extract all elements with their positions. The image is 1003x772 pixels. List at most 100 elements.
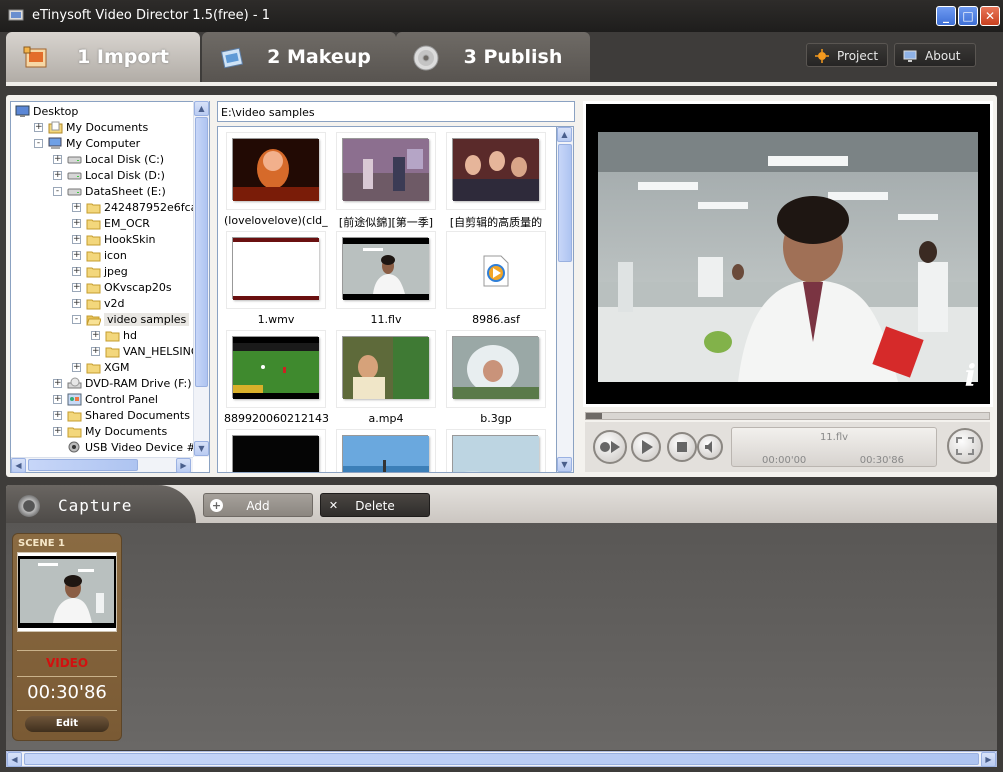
scroll-down-icon[interactable]: ▼	[557, 457, 572, 472]
scene-thumbnail-image	[18, 553, 116, 631]
collapse-icon[interactable]: -	[53, 187, 62, 196]
scroll-up-icon[interactable]: ▲	[557, 127, 572, 142]
minimize-button[interactable]: _	[936, 6, 956, 26]
file-thumbnail[interactable]	[226, 330, 326, 408]
maximize-button[interactable]: □	[958, 6, 978, 26]
volume-button[interactable]	[697, 434, 723, 460]
folder-tree[interactable]: Desktop + My Documents - My Computer + Local D…	[10, 101, 210, 473]
scene-edit-button[interactable]: Edit	[25, 716, 109, 732]
tree-item[interactable]: + Local Disk (D:)	[11, 168, 201, 184]
file-thumbnail[interactable]	[446, 330, 546, 408]
tab-makeup[interactable]: 2 Makeup	[202, 32, 396, 84]
stop-icon	[677, 442, 687, 452]
tree-item[interactable]: + v2d	[11, 296, 201, 312]
scroll-left-icon[interactable]: ◀	[7, 752, 22, 767]
tree-item[interactable]: + jpeg	[11, 264, 201, 280]
info-icon[interactable]: i	[965, 359, 976, 394]
tree-item[interactable]: + icon	[11, 248, 201, 264]
tree-scroll-thumb[interactable]	[195, 117, 208, 387]
tab-import[interactable]: 1 Import	[6, 32, 200, 84]
expand-icon[interactable]: +	[72, 203, 81, 212]
tree-item[interactable]: + My Documents	[11, 120, 201, 136]
file-thumbnail[interactable]	[336, 132, 436, 210]
file-thumbnails[interactable]: (lovelovelove)(cld_... [前途似錦][第一季] [自剪辑的高质…	[217, 126, 557, 473]
expand-icon[interactable]: +	[34, 123, 43, 132]
expand-icon[interactable]: +	[53, 379, 62, 388]
tree-item[interactable]: + Shared Documents	[11, 408, 201, 424]
tree-item[interactable]: - DataSheet (E:)	[11, 184, 201, 200]
tree-item[interactable]: - My Computer	[11, 136, 201, 152]
expand-icon[interactable]: +	[53, 155, 62, 164]
tree-item[interactable]: + Local Disk (C:)	[11, 152, 201, 168]
playback-progress[interactable]	[585, 412, 990, 420]
play-from-start-button[interactable]	[593, 430, 627, 464]
expand-icon[interactable]: +	[72, 267, 81, 276]
project-button[interactable]: Project	[806, 43, 888, 67]
tree-item[interactable]: +242487952e6fca8a4	[11, 200, 209, 216]
expand-icon[interactable]: +	[72, 251, 81, 260]
add-button[interactable]: + Add	[203, 493, 313, 517]
expand-icon[interactable]: +	[53, 411, 62, 420]
file-thumbnail[interactable]	[336, 330, 436, 408]
tree-item[interactable]: + hd	[11, 328, 201, 344]
fullscreen-button[interactable]	[947, 428, 983, 464]
tab-publish[interactable]: 3 Publish	[396, 32, 590, 84]
scroll-down-icon[interactable]: ▼	[194, 441, 209, 456]
tree-item[interactable]: + EM_OCR	[11, 216, 201, 232]
tree-item[interactable]: + DVD-RAM Drive (F:)	[11, 376, 201, 392]
path-field[interactable]: E:\video samples	[217, 101, 575, 122]
tree-hscroll-thumb[interactable]	[28, 459, 138, 471]
play-button[interactable]	[631, 432, 661, 462]
thumbnail-image	[232, 435, 319, 472]
expand-icon[interactable]: +	[72, 235, 81, 244]
file-thumbnail[interactable]	[226, 231, 326, 309]
tree-item-label: Shared Documents	[85, 409, 190, 422]
tree-item[interactable]: + My Documents	[11, 424, 201, 440]
scroll-right-icon[interactable]: ▶	[176, 458, 191, 473]
file-thumbnail[interactable]	[226, 132, 326, 210]
scenes-horizontal-scrollbar[interactable]: ◀ ▶	[6, 751, 997, 767]
delete-label: Delete	[355, 499, 395, 513]
scenes-scroll-thumb[interactable]	[24, 753, 979, 765]
scroll-right-icon[interactable]: ▶	[981, 752, 996, 767]
stop-button[interactable]	[667, 432, 697, 462]
expand-icon[interactable]: +	[53, 395, 62, 404]
expand-icon[interactable]: +	[53, 427, 62, 436]
about-button[interactable]: About	[894, 43, 976, 67]
file-thumbnail[interactable]	[226, 429, 326, 472]
expand-icon[interactable]: +	[91, 331, 100, 340]
tree-item[interactable]: + HookSkin	[11, 232, 201, 248]
file-thumbnail[interactable]	[446, 231, 546, 309]
expand-icon[interactable]: +	[53, 171, 62, 180]
file-thumbnail[interactable]	[446, 429, 546, 472]
tree-item[interactable]: + XGM	[11, 360, 201, 376]
file-thumbnail[interactable]	[336, 429, 436, 472]
expand-icon[interactable]: +	[72, 283, 81, 292]
tree-item[interactable]: + OKvscap20s	[11, 280, 201, 296]
tree-item[interactable]: + VAN_HELSING_E	[11, 344, 209, 360]
tree-vertical-scrollbar[interactable]: ▲ ▼	[193, 101, 209, 457]
tree-item[interactable]: + Control Panel	[11, 392, 201, 408]
scene-card[interactable]: SCENE 1 VIDEO 00:30'86 Edit	[12, 533, 122, 741]
video-preview[interactable]: i	[583, 101, 993, 407]
thumbnails-scroll-thumb[interactable]	[558, 144, 572, 262]
tree-item[interactable]: Desktop	[11, 104, 201, 120]
collapse-icon[interactable]: -	[72, 315, 81, 324]
tree-horizontal-scrollbar[interactable]: ◀ ▶	[11, 457, 193, 473]
scroll-left-icon[interactable]: ◀	[11, 458, 26, 473]
expand-icon[interactable]: +	[72, 299, 81, 308]
expand-icon[interactable]: +	[91, 347, 100, 356]
delete-button[interactable]: ✕ Delete	[320, 493, 430, 517]
file-thumbnail[interactable]	[336, 231, 436, 309]
file-thumbnail[interactable]	[446, 132, 546, 210]
expand-icon[interactable]: +	[72, 219, 81, 228]
close-button[interactable]: ✕	[980, 6, 1000, 26]
collapse-icon[interactable]: -	[34, 139, 43, 148]
tree-item[interactable]: USB Video Device #3	[11, 440, 203, 456]
scroll-up-icon[interactable]: ▲	[194, 101, 209, 116]
thumbnails-scrollbar[interactable]: ▲ ▼	[557, 126, 574, 473]
title-bar: eTinysoft Video Director 1.5(free) - 1 _…	[0, 0, 1003, 32]
tree-item[interactable]: - video samples	[11, 312, 201, 328]
capture-tab[interactable]: Capture	[6, 485, 196, 523]
expand-icon[interactable]: +	[72, 363, 81, 372]
